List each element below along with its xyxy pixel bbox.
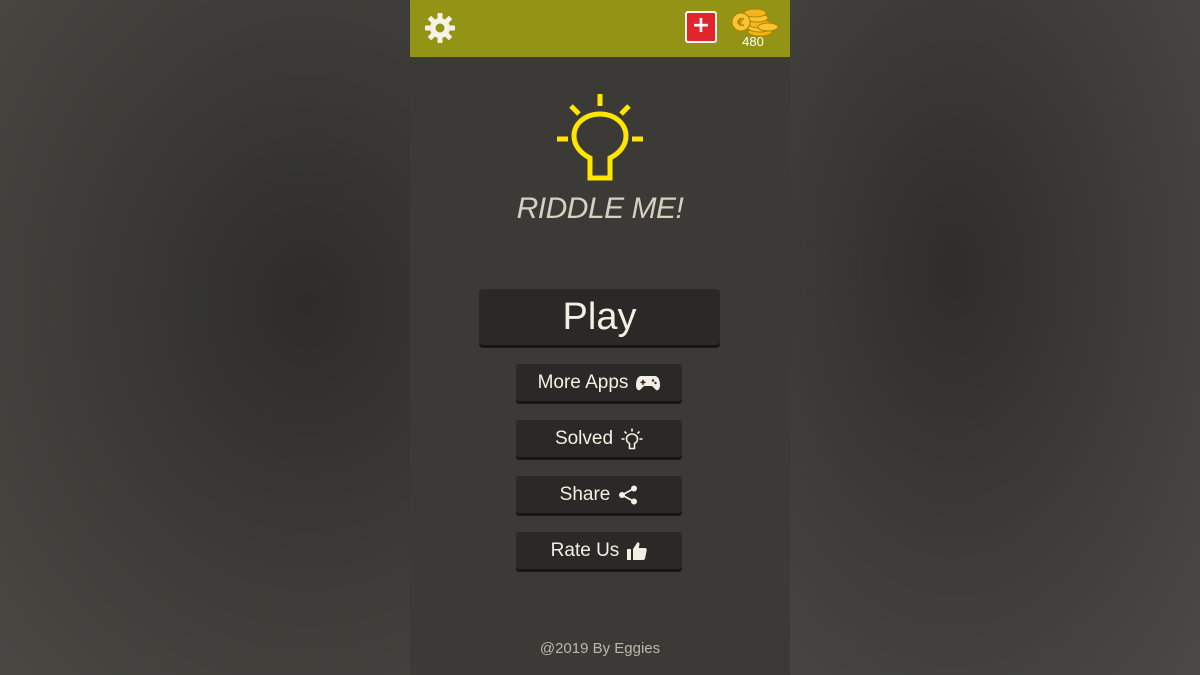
coin-count: 480 bbox=[742, 34, 764, 49]
add-coins-button[interactable]: + bbox=[685, 11, 717, 43]
game-title: RIDDLE ME! bbox=[516, 192, 684, 225]
lightbulb-icon bbox=[554, 92, 646, 184]
background-blur-left bbox=[0, 0, 410, 675]
lightbulb-icon bbox=[621, 428, 643, 450]
top-bar: + € 480 bbox=[410, 0, 790, 57]
play-button[interactable]: Play bbox=[479, 289, 720, 345]
more-apps-button[interactable]: More Apps bbox=[516, 364, 682, 401]
background-blur-right bbox=[790, 0, 1200, 675]
gamepad-icon bbox=[636, 375, 661, 391]
share-button[interactable]: Share bbox=[516, 476, 682, 513]
more-apps-label: More Apps bbox=[537, 372, 629, 393]
plus-icon: + bbox=[691, 13, 711, 38]
svg-text:€: € bbox=[736, 16, 745, 29]
solved-label: Solved bbox=[554, 428, 614, 449]
gear-icon[interactable] bbox=[422, 10, 458, 46]
rate-us-button[interactable]: Rate Us bbox=[516, 532, 682, 569]
rate-us-label: Rate Us bbox=[550, 540, 620, 561]
game-screen: + € 480 RIDDLE ME! Play More Apps Solved… bbox=[410, 0, 790, 675]
thumbs-up-icon bbox=[627, 541, 648, 561]
solved-button[interactable]: Solved bbox=[516, 420, 682, 457]
share-label: Share bbox=[559, 484, 611, 505]
share-icon bbox=[618, 485, 638, 505]
copyright-footer: @2019 By Eggies bbox=[539, 640, 661, 657]
coins-icon: € bbox=[730, 5, 780, 37]
